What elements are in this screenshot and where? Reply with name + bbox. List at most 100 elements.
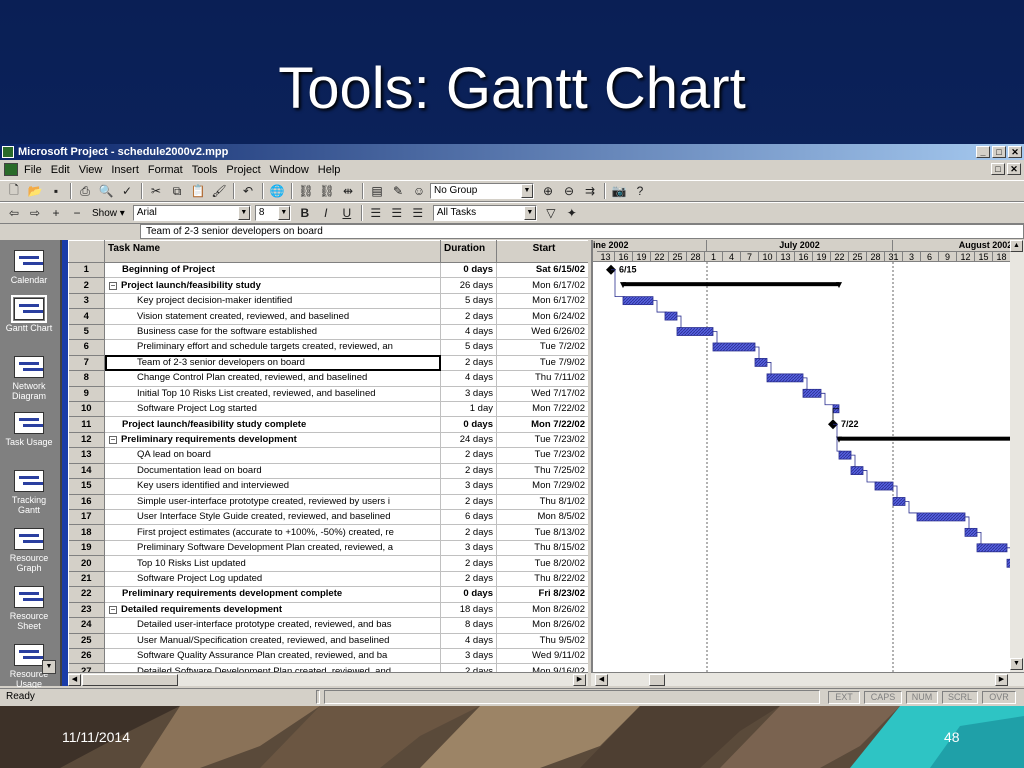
table-row[interactable]: 10 Software Project Log started 1 day Mon 7… — [68, 401, 588, 418]
outdent-icon[interactable]: ⇦ — [4, 204, 24, 222]
collapse-icon[interactable]: − — [109, 281, 117, 290]
duration-cell[interactable]: 2 days — [440, 494, 497, 511]
view-gantt-chart[interactable]: Gantt Chart — [0, 295, 58, 333]
view-task-usage[interactable]: Task Usage — [0, 412, 58, 447]
goto-task-icon[interactable]: ⇉ — [580, 182, 600, 200]
scroll-up-icon[interactable]: ▲ — [1010, 240, 1023, 252]
view-bar-scroll-down[interactable]: ▼ — [42, 660, 56, 674]
task-name-cell[interactable]: User Manual/Specification created, revie… — [104, 633, 441, 649]
task-name-cell[interactable]: Software Project Log started — [104, 401, 441, 418]
start-cell[interactable]: Mon 6/24/02 — [496, 308, 588, 325]
start-cell[interactable]: Tue 8/20/02 — [496, 555, 588, 572]
table-row[interactable]: 21 Software Project Log updated 2 days Thu … — [68, 571, 588, 588]
row-id[interactable]: 24 — [68, 617, 105, 634]
task-name-cell[interactable]: Change Control Plan created, reviewed, a… — [104, 370, 441, 387]
task-name-cell[interactable]: − Preliminary requirements development — [104, 432, 441, 449]
task-name-cell[interactable]: Key project decision-maker identified — [104, 293, 441, 310]
start-cell[interactable]: Mon 8/26/02 — [496, 602, 588, 619]
print-preview-icon[interactable]: 🔍 — [96, 182, 116, 200]
task-name-cell[interactable]: Software Project Log updated — [104, 571, 441, 588]
minimize-button[interactable]: _ — [976, 146, 990, 158]
row-id[interactable]: 10 — [68, 401, 105, 418]
duration-cell[interactable]: 3 days — [440, 540, 497, 557]
row-id[interactable]: 16 — [68, 494, 105, 511]
duration-cell[interactable]: 2 days — [440, 355, 497, 372]
start-cell[interactable]: Tue 8/13/02 — [496, 524, 588, 541]
close-button[interactable]: ✕ — [1008, 146, 1022, 158]
duration-cell[interactable]: 24 days — [440, 432, 497, 449]
task-name-cell[interactable]: Preliminary requirements development com… — [104, 586, 441, 603]
start-cell[interactable]: Tue 7/2/02 — [496, 339, 588, 356]
start-cell[interactable]: Wed 7/17/02 — [496, 386, 588, 402]
menu-insert[interactable]: Insert — [111, 161, 139, 179]
table-row[interactable]: 23− Detailed requirements development 18 d… — [68, 602, 588, 619]
row-id[interactable]: 4 — [68, 308, 105, 325]
menu-view[interactable]: View — [79, 161, 103, 179]
scroll-thumb[interactable] — [82, 674, 178, 686]
table-row[interactable]: 22 Preliminary requirements development c… — [68, 586, 588, 603]
duration-cell[interactable]: 5 days — [440, 293, 497, 310]
zoom-in-icon[interactable]: ⊕ — [538, 182, 558, 200]
duration-cell[interactable]: 2 days — [440, 463, 497, 480]
chevron-down-icon[interactable]: ▼ — [277, 206, 290, 220]
duration-cell[interactable]: 8 days — [440, 617, 497, 634]
duration-cell[interactable]: 0 days — [440, 262, 497, 279]
vertical-scrollbar[interactable]: ▲ ▼ — [1010, 240, 1024, 672]
row-id[interactable]: 6 — [68, 339, 105, 356]
duration-cell[interactable]: 26 days — [440, 277, 497, 294]
task-name-cell[interactable]: − Project launch/feasibility study — [104, 277, 441, 294]
start-cell[interactable]: Sat 6/15/02 — [496, 262, 588, 279]
collapse-icon[interactable]: − — [109, 436, 117, 445]
task-name-cell[interactable]: Key users identified and interviewed — [104, 478, 441, 495]
duration-cell[interactable]: 4 days — [440, 633, 497, 649]
table-row[interactable]: 20 Top 10 Risks List updated 2 days Tue 8/2… — [68, 555, 588, 572]
copy-icon[interactable]: ⧉ — [167, 182, 187, 200]
view-resource-sheet[interactable]: Resource Sheet — [0, 586, 58, 631]
split-task-icon[interactable]: ⇹ — [338, 182, 358, 200]
row-id[interactable]: 19 — [68, 540, 105, 557]
table-row[interactable]: 15 Key users identified and interviewed 3 … — [68, 478, 588, 495]
spelling-icon[interactable]: ✓ — [117, 182, 137, 200]
copy-picture-icon[interactable]: 📷 — [609, 182, 629, 200]
start-cell[interactable]: Thu 8/22/02 — [496, 571, 588, 588]
task-name-cell[interactable]: Project launch/feasibility study complet… — [104, 416, 441, 433]
menu-tools[interactable]: Tools — [192, 161, 218, 179]
format-painter-icon[interactable]: 🖌 — [209, 182, 229, 200]
duration-cell[interactable]: 6 days — [440, 509, 497, 526]
start-cell[interactable]: Thu 9/5/02 — [496, 633, 588, 649]
table-row[interactable]: 5 Business case for the software establis… — [68, 324, 588, 341]
task-name-cell[interactable]: − Detailed requirements development — [104, 602, 441, 619]
align-left-icon[interactable]: ☰ — [366, 204, 386, 222]
start-cell[interactable]: Tue 7/23/02 — [496, 432, 588, 449]
start-cell[interactable]: Mon 7/22/02 — [496, 401, 588, 418]
menu-help[interactable]: Help — [318, 161, 341, 179]
task-name-cell[interactable]: Software Quality Assurance Plan created,… — [104, 648, 441, 665]
table-row[interactable]: 24 Detailed user-interface prototype crea… — [68, 617, 588, 634]
duration-cell[interactable]: 4 days — [440, 370, 497, 387]
start-cell[interactable]: Mon 7/29/02 — [496, 478, 588, 495]
row-id[interactable]: 3 — [68, 293, 105, 310]
chevron-down-icon[interactable]: ▼ — [237, 206, 250, 220]
duration-cell[interactable]: 0 days — [440, 416, 497, 433]
hyperlink-icon[interactable]: 🌐 — [267, 182, 287, 200]
doc-close-button[interactable]: ✕ — [1007, 163, 1021, 175]
unlink-tasks-icon[interactable]: ⛓ — [317, 182, 337, 200]
duration-cell[interactable]: 2 days — [440, 555, 497, 572]
table-row[interactable]: 13 QA lead on board 2 days Tue 7/23/02 — [68, 447, 588, 464]
col-header-duration[interactable]: Duration — [440, 240, 497, 263]
menu-edit[interactable]: Edit — [51, 161, 70, 179]
view-network-diagram[interactable]: Network Diagram — [0, 356, 58, 401]
table-row[interactable]: 16 Simple user-interface prototype create… — [68, 494, 588, 511]
table-row[interactable]: 18 First project estimates (accurate to +… — [68, 524, 588, 541]
scroll-right-icon[interactable]: ▶ — [995, 674, 1008, 686]
start-cell[interactable]: Wed 6/26/02 — [496, 324, 588, 341]
duration-cell[interactable]: 3 days — [440, 386, 497, 402]
start-cell[interactable]: Thu 8/15/02 — [496, 540, 588, 557]
table-row[interactable]: 27 Detailed Software Development Plan cre… — [68, 663, 588, 672]
duration-cell[interactable]: 3 days — [440, 648, 497, 665]
italic-button[interactable]: I — [316, 204, 336, 222]
font-select[interactable]: Arial ▼ — [132, 205, 251, 221]
start-cell[interactable]: Thu 7/25/02 — [496, 463, 588, 480]
row-id[interactable]: 17 — [68, 509, 105, 526]
show-outline-button[interactable]: Show ▾ — [92, 208, 125, 219]
